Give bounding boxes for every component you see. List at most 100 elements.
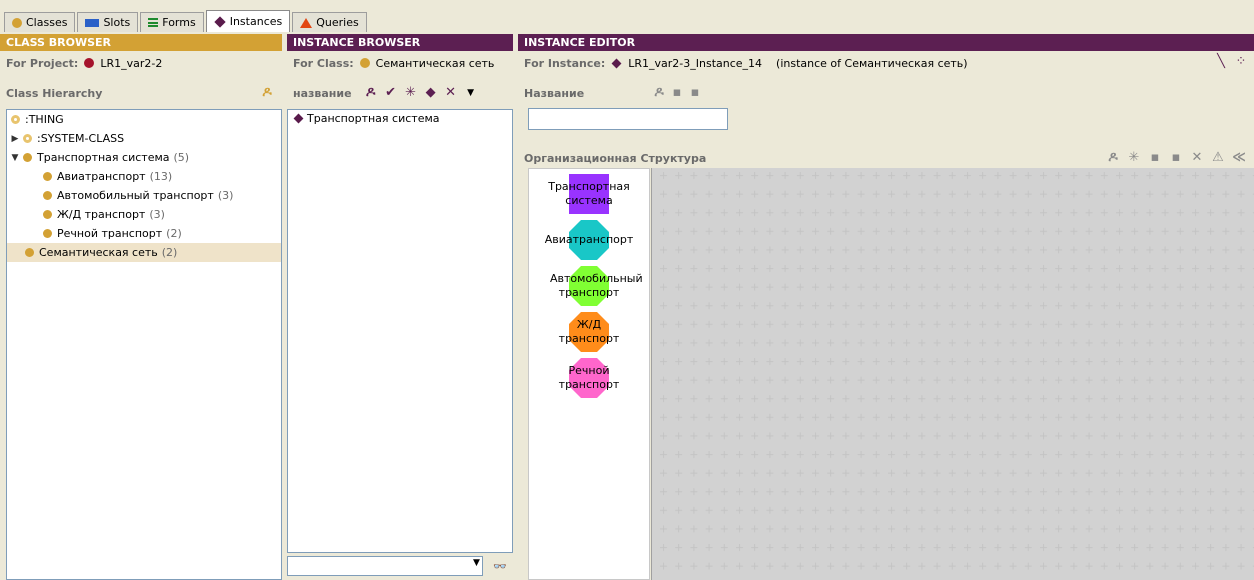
structure-header: Организационная Структура ዶ ✳ ▪ ▪ ✕ ⚠ ≪ [518,146,1254,170]
class-dot-icon [43,191,52,200]
instance-of: (instance of Семантическая сеть) [776,56,968,70]
tree-item-label: Авиатранспорт [57,170,146,183]
structure-label: Организационная Структура [524,151,707,165]
references-icon[interactable]: ✔ [382,85,400,101]
find-button[interactable]: 👓 [490,556,510,576]
tree-item-label: Ж/Д транспорт [57,208,146,221]
project-row: For Project: LR1_var2-2 [0,51,282,75]
palette-label: Авиатранспорт [544,233,634,246]
palette-item-transport-system[interactable]: Транспортная система [529,171,649,217]
tab-classes[interactable]: Classes [4,12,76,32]
expand-arrow-icon[interactable]: ▶ [9,134,21,144]
delete-node-icon[interactable]: ✕ [1188,150,1206,166]
tab-forms[interactable]: Forms [140,12,204,32]
create-node-icon[interactable]: ✳ [1125,150,1143,166]
instance-diamond-icon [293,113,304,124]
name-input[interactable] [528,108,728,130]
class-dot-icon [23,153,32,162]
palette-item-river[interactable]: Речной транспорт [529,355,649,401]
view-node-icon[interactable]: ዶ [1104,150,1122,166]
tree-item-count: (3) [149,208,165,221]
diagram-palette: Транспортная система Авиатранспорт Автом… [528,168,650,580]
class-dot-icon [43,210,52,219]
edit-icon[interactable]: ╲ [1212,54,1230,70]
tab-label: Queries [316,16,359,29]
tree-item-count: (2) [166,227,182,240]
class-dot-icon [359,58,370,68]
instance-editor-panel: INSTANCE EDITOR For Instance: LR1_var2-3… [518,34,1254,580]
create-instance-icon[interactable]: ✳ [402,85,420,101]
class-label: For Class: [293,56,354,70]
tab-label: Forms [162,16,196,29]
palette-label: Ж/Д транспорт [558,318,620,345]
instance-editor-title: INSTANCE EDITOR [518,34,1254,51]
class-dot-icon [25,248,34,257]
tree-item-rail[interactable]: Ж/Д транспорт (3) [7,205,281,224]
find-instance-icon[interactable]: ዶ [362,85,380,101]
tab-label: Instances [229,15,283,28]
name-slot-header: Название ዶ ▪ ▪ [518,81,1254,105]
palette-item-rail[interactable]: Ж/Д транспорт [529,309,649,355]
add-node-icon[interactable]: ▪ [1146,150,1164,166]
palette-label: Автомобильный транспорт [550,272,643,299]
tree-item-avia[interactable]: Авиатранспорт (13) [7,167,281,186]
tab-label: Slots [103,16,131,29]
editor-toolbar: ╲ ⁘ [1212,54,1250,70]
tree-item-count: (13) [149,170,173,183]
instance-name: LR1_var2-3_Instance_14 [628,56,763,70]
tab-queries[interactable]: Queries [292,12,367,32]
list-item[interactable]: Транспортная система [288,110,512,127]
copy-instance-icon[interactable]: ◆ [422,85,440,101]
class-dot-icon [43,229,52,238]
tree-item-count: (3) [217,189,234,202]
tree-item-transport-system[interactable]: ▼ Транспортная система (5) [7,148,281,167]
class-browser-title: CLASS BROWSER [0,34,282,51]
project-label: For Project: [6,56,79,70]
tree-item-label: Семантическая сеть [39,246,158,259]
tree-item-river[interactable]: Речной транспорт (2) [7,224,281,243]
project-name: LR1_var2-2 [100,56,163,70]
palette-item-avia[interactable]: Авиатранспорт [529,217,649,263]
instance-search-input[interactable] [287,556,483,576]
instance-diamond-icon [611,58,622,68]
slots-icon [85,18,100,27]
remove-value-icon[interactable]: ▪ [686,85,704,101]
tab-strip: Classes Slots Forms Instances Queries [4,10,369,32]
tab-bar: Classes Slots Forms Instances Queries [0,0,1254,33]
tab-slots[interactable]: Slots [77,12,139,32]
remove-node-icon[interactable]: ▪ [1167,150,1185,166]
add-value-icon[interactable]: ▪ [668,85,686,101]
palette-item-auto[interactable]: Автомобильный транспорт [529,263,649,309]
tree-item-auto[interactable]: Автомобильный транспорт (3) [7,186,281,205]
search-dropdown-icon[interactable]: ▼ [473,558,480,568]
instance-list[interactable]: Транспортная система [287,109,513,553]
class-browser-panel: CLASS BROWSER For Project: LR1_var2-2 Cl… [0,34,282,580]
class-row: For Class: Семантическая сеть [287,51,513,75]
tree-item-system-class[interactable]: ▶ :SYSTEM-CLASS [7,129,281,148]
collapse-arrow-icon[interactable]: ▼ [9,153,21,163]
instance-diamond-icon [214,15,226,28]
tree-item-semantic-net[interactable]: Семантическая сеть (2) [7,243,281,262]
connector-icon[interactable]: ≪ [1230,150,1248,166]
instance-browser-title: INSTANCE BROWSER [287,34,513,51]
queries-triangle-icon [300,17,313,28]
tab-instances[interactable]: Instances [205,10,291,32]
forms-icon [148,18,159,27]
menu-dropdown-icon[interactable]: ▼ [462,85,480,101]
view-value-icon[interactable]: ዶ [650,85,668,101]
delete-instance-icon[interactable]: ✕ [442,85,460,101]
class-name: Семантическая сеть [375,56,495,70]
tree-item-label: :SYSTEM-CLASS [37,132,125,145]
layout-icon[interactable]: ⚠ [1209,150,1227,166]
binoculars-icon: 👓 [493,559,507,573]
tree-item-count: (5) [173,151,190,164]
find-class-icon[interactable]: ዶ [258,85,276,101]
tree-item-thing[interactable]: :THING [7,110,281,129]
hide-icon[interactable]: ⁘ [1232,54,1250,70]
class-dot-icon [43,172,52,181]
instance-label: Транспортная система [307,112,440,125]
instance-label: For Instance: [524,56,606,70]
class-tree[interactable]: :THING ▶ :SYSTEM-CLASS ▼ Транспортная си… [6,109,282,580]
diagram-canvas[interactable] [651,168,1254,580]
structure-toolbar: ዶ ✳ ▪ ▪ ✕ ⚠ ≪ [1104,150,1248,166]
